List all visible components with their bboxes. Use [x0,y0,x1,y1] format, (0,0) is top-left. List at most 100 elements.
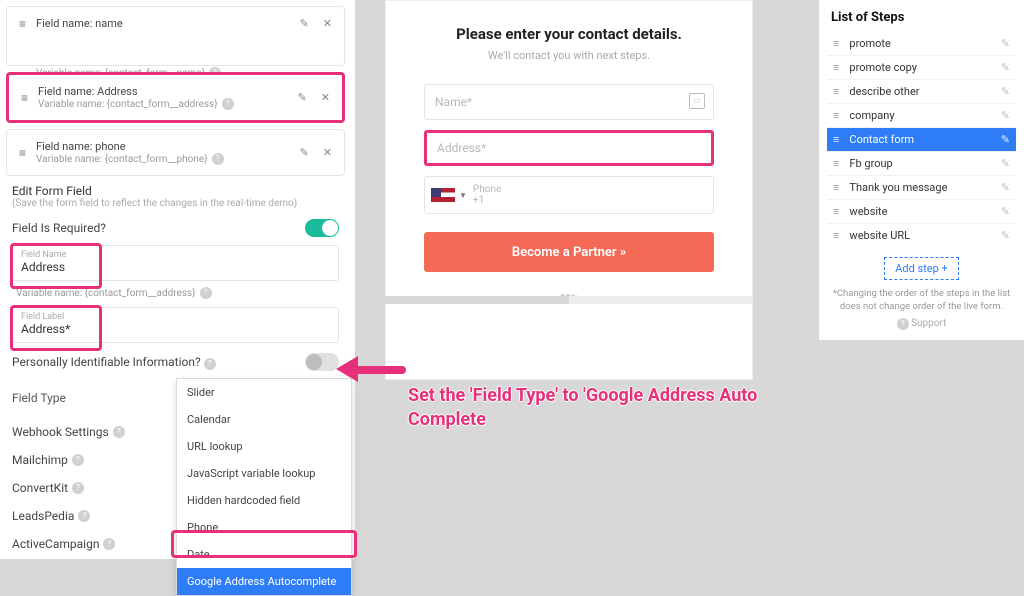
dropdown-option[interactable]: Hidden hardcoded field [177,487,351,514]
step-label: Fb group [849,157,892,170]
edit-icon[interactable]: ✎ [1001,109,1010,122]
drag-handle-icon[interactable]: ≡ [21,91,28,105]
chevron-down-icon[interactable]: ▼ [459,191,467,200]
step-label: website [849,205,887,218]
help-icon[interactable]: ? [222,98,234,110]
drag-handle-icon[interactable]: ≡ [833,229,839,242]
help-icon[interactable]: ? [200,287,212,299]
step-item[interactable]: ≡company✎ [827,103,1016,127]
edit-icon[interactable]: ✎ [1001,133,1010,146]
field-card-address[interactable]: ≡ Field name: Address Variable name: {co… [6,72,345,123]
preview-name-input[interactable]: Name* ▭ [424,84,714,120]
help-icon[interactable]: ? [113,426,125,438]
help-icon[interactable]: ? [72,454,84,466]
step-item[interactable]: ≡ website ✎ [827,199,1016,223]
dropdown-option[interactable]: Google Address Autocomplete [177,568,351,595]
field-label-label: Field Label [21,312,330,322]
pii-toggle[interactable] [305,353,339,371]
field-variable: Variable name: {contact_form__address} [38,99,218,110]
preview-heading: Please enter your contact details. [424,25,714,43]
drag-handle-icon[interactable]: ≡ [19,146,26,160]
drag-handle-icon[interactable]: ≡ [833,61,839,74]
step-item[interactable]: ≡ website URL ✎ [827,223,1016,247]
integration-label: ActiveCampaign [12,537,99,551]
delete-icon[interactable]: ✕ [321,91,330,104]
delete-icon[interactable]: ✕ [323,17,332,30]
edit-subtitle: (Save the form field to reflect the chan… [12,198,345,209]
delete-icon[interactable]: ✕ [323,146,332,159]
help-icon[interactable]: ? [204,358,216,370]
phone-prefix: +1 [473,195,501,206]
step-item[interactable]: ≡promote✎ [827,31,1016,55]
steps-note: *Changing the order of the steps in the … [827,288,1016,314]
edit-icon[interactable]: ✎ [1001,157,1010,170]
field-type-label: Field Type [12,391,66,405]
contact-card-icon: ▭ [689,93,705,109]
field-name-input[interactable]: Field Name Address [12,245,339,281]
preview-address-input[interactable]: Address* [424,130,714,166]
edit-icon[interactable]: ✎ [1001,61,1010,74]
support-link[interactable]: Support [911,318,946,329]
drag-handle-icon[interactable]: ≡ [833,85,839,98]
address-placeholder: Address* [437,141,486,155]
preview-phone-input[interactable]: ▼ Phone +1 [424,176,714,214]
required-label: Field Is Required? [12,221,106,235]
pii-label: Personally Identifiable Information? [12,355,201,369]
edit-icon[interactable]: ✎ [300,146,309,159]
help-icon[interactable]: ? [72,482,84,494]
help-icon[interactable]: ? [78,510,90,522]
step-item[interactable]: ≡ describe other ✎ [827,79,1016,103]
field-type-dropdown[interactable]: SliderCalendarURL lookupJavaScript varia… [176,378,352,596]
edit-icon[interactable]: ✎ [1001,37,1010,50]
field-name-label: Field Name [21,250,330,260]
drag-handle-icon[interactable]: ≡ [19,17,26,31]
dropdown-option[interactable]: Slider [177,379,351,406]
dropdown-option[interactable]: Date [177,541,351,568]
step-label: promote copy [849,61,917,74]
step-item[interactable]: ≡ promote copy ✎ [827,55,1016,79]
required-toggle[interactable] [305,219,339,237]
drag-handle-icon[interactable]: ≡ [833,181,839,194]
cta-button[interactable]: Become a Partner » [424,232,714,272]
help-icon[interactable]: ? [212,153,224,165]
add-step-button[interactable]: Add step + [884,257,959,280]
field-label-value: Address* [21,322,330,336]
edit-icon[interactable]: ✎ [1001,85,1010,98]
annotation-text: Set the 'Field Type' to 'Google Address … [408,384,838,433]
integration-label: LeadsPedia [12,509,74,523]
name-placeholder: Name* [435,95,472,109]
drag-handle-icon[interactable]: ≡ [833,37,839,50]
step-item[interactable]: ≡ Contact form ✎ [827,127,1016,151]
help-icon[interactable]: ? [897,318,909,330]
dropdown-option[interactable]: Phone [177,514,351,541]
dropdown-option[interactable]: URL lookup [177,433,351,460]
help-icon[interactable]: ? [103,538,115,550]
dropdown-option[interactable]: Calendar [177,406,351,433]
field-card-name[interactable]: ≡ Field name: name Variable name: {conta… [6,6,345,66]
field-variable: Variable name: {contact_form__phone} [36,154,208,165]
field-name-value: Address [21,260,330,274]
edit-icon[interactable]: ✎ [1001,229,1010,242]
step-label: website URL [849,229,910,242]
step-label: Thank you message [849,181,947,194]
drag-handle-icon[interactable]: ≡ [833,157,839,170]
field-card-phone[interactable]: ≡ Field name: phone Variable name: {cont… [6,129,345,176]
step-label: Contact form [849,133,914,146]
drag-handle-icon[interactable]: ≡ [833,109,839,122]
edit-icon[interactable]: ✎ [1001,205,1010,218]
edit-icon[interactable]: ✎ [300,17,309,30]
field-label-input[interactable]: Field Label Address* [12,307,339,343]
preview-subheading: We'll contact you with next steps. [424,49,714,62]
flag-us-icon[interactable] [431,188,455,202]
step-label: describe other [849,85,919,98]
form-preview: Please enter your contact details. We'll… [385,0,753,380]
drag-handle-icon[interactable]: ≡ [833,133,839,146]
field-value-input[interactable] [36,30,290,64]
edit-icon[interactable]: ✎ [1001,181,1010,194]
step-item[interactable]: ≡ Thank you message ✎ [827,175,1016,199]
step-item[interactable]: ≡ Fb group ✎ [827,151,1016,175]
drag-handle-icon[interactable]: ≡ [833,205,839,218]
dropdown-option[interactable]: JavaScript variable lookup [177,460,351,487]
edit-form-field-header: Edit Form Field (Save the form field to … [12,184,345,209]
edit-icon[interactable]: ✎ [298,91,307,104]
